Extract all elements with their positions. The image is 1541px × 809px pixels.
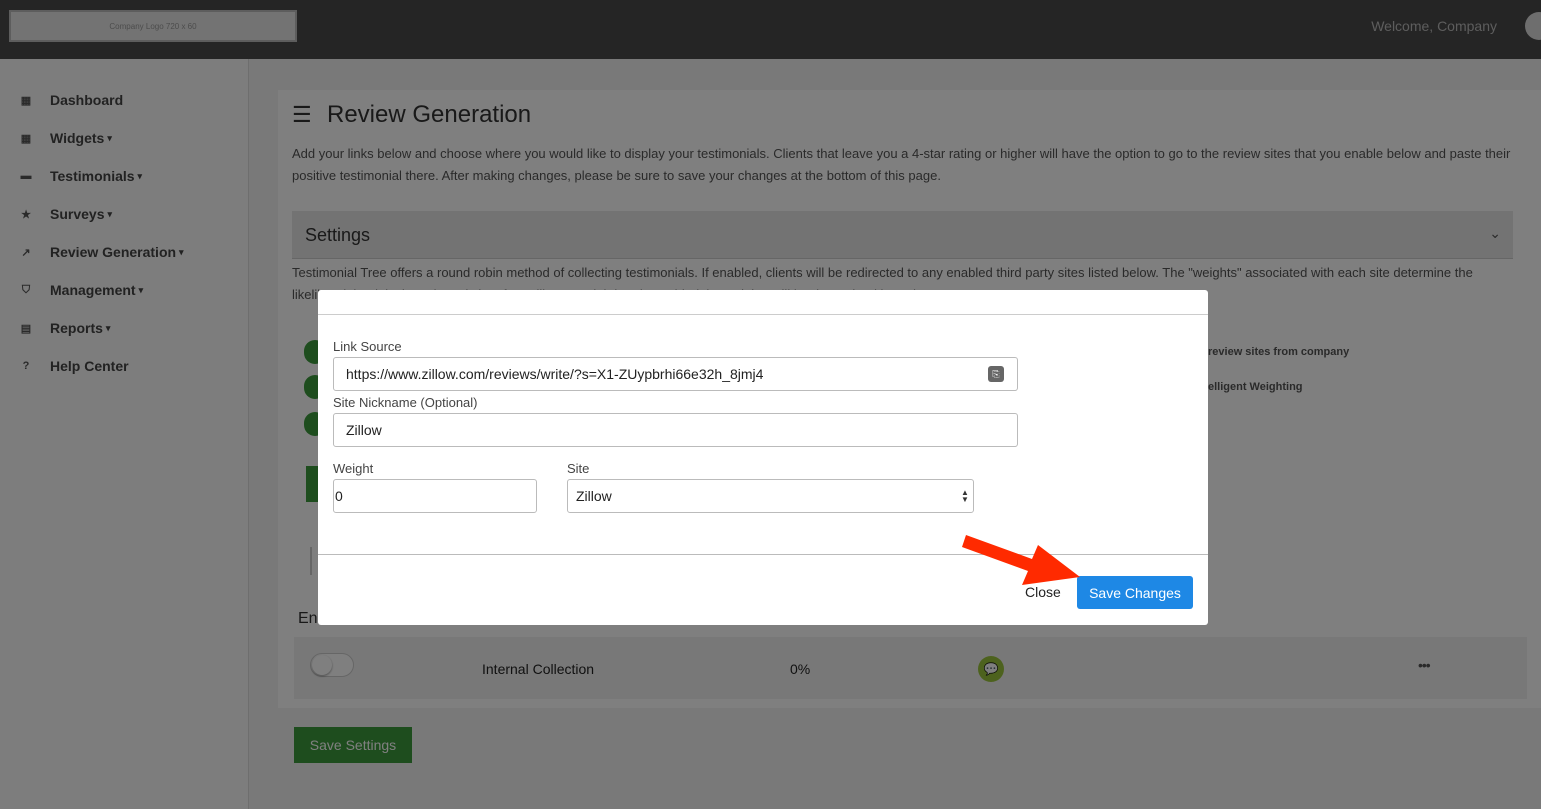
- annotation-arrow-icon: [962, 535, 1080, 585]
- select-arrows-icon: ▲ ▼: [961, 488, 969, 504]
- close-button[interactable]: Close: [1025, 584, 1061, 600]
- site-select[interactable]: Zillow: [567, 479, 974, 513]
- paste-icon[interactable]: ⎘: [988, 366, 1004, 382]
- weight-input[interactable]: [333, 479, 537, 513]
- site-label: Site: [567, 461, 590, 476]
- link-source-label: Link Source: [333, 339, 402, 354]
- site-select-value: Zillow: [576, 488, 612, 504]
- site-nickname-label: Site Nickname (Optional): [333, 395, 478, 410]
- modal-header-divider: [318, 314, 1208, 315]
- site-nickname-input[interactable]: [333, 413, 1018, 447]
- weight-label: Weight: [333, 461, 374, 476]
- link-source-input[interactable]: [333, 357, 1018, 391]
